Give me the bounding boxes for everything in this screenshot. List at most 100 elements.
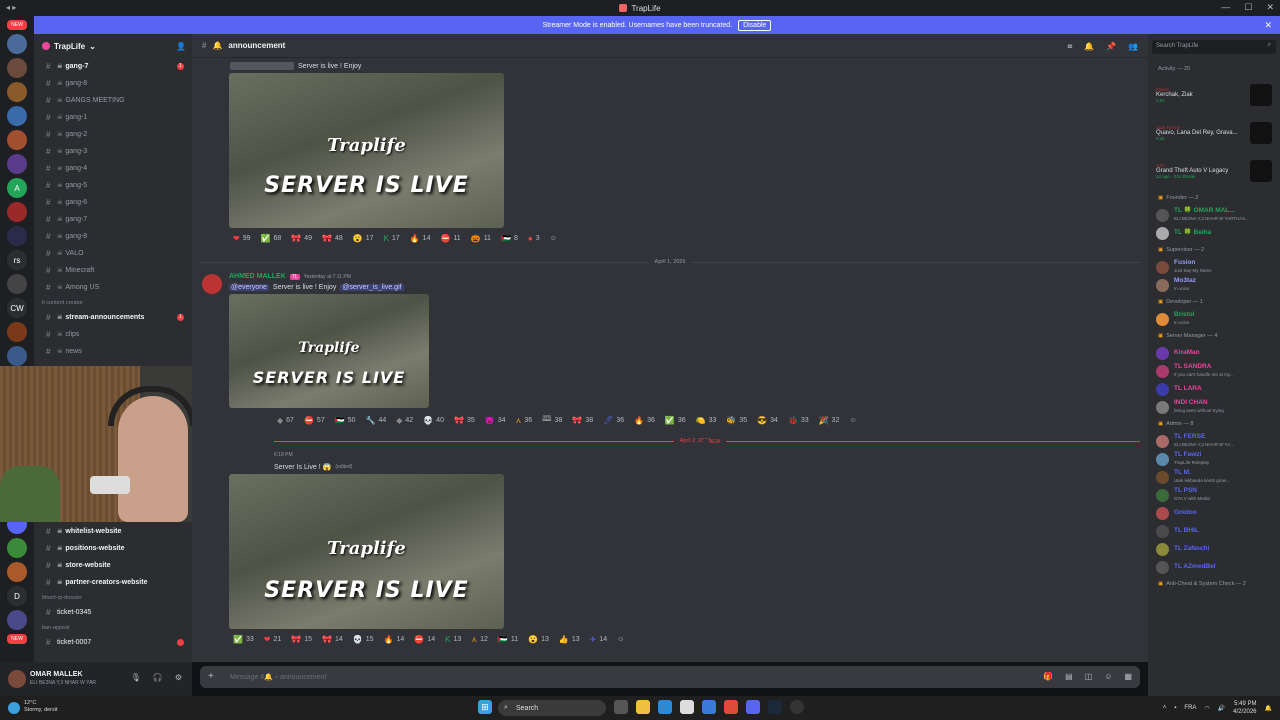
member-row[interactable]: Fusion Just Say My Name (1148, 258, 1280, 276)
channel-among-us[interactable]: # ☠ Among US (34, 279, 192, 296)
member-list-icon[interactable]: 👥 (1128, 42, 1138, 52)
guild-icon[interactable]: NEW (7, 634, 27, 644)
file-explorer-icon[interactable] (636, 700, 650, 714)
channel-whitelist-website[interactable]: # ☠ whitelist-website (34, 523, 192, 540)
reaction-chip[interactable]: 🍋 33 (693, 415, 720, 426)
author-name[interactable]: AHMED MALLEK (229, 273, 286, 280)
member-row[interactable]: Gnidoo (1148, 504, 1280, 522)
close-banner-icon[interactable]: ✕ (1264, 20, 1272, 31)
message-1-image[interactable]: Traplife SERVER IS LIVE (229, 73, 504, 228)
apps-icon[interactable]: ▦ (1124, 672, 1132, 681)
windows-start-icon[interactable]: ⊞ (478, 700, 492, 714)
reaction-chip[interactable]: 💀 15 (350, 634, 377, 645)
channel-store-website[interactable]: # ☠ store-website (34, 557, 192, 574)
settings-gear-icon[interactable]: ⚙ (175, 673, 182, 682)
add-attachment-icon[interactable]: + (208, 671, 214, 682)
reaction-chip[interactable]: 🎀 35 (451, 415, 478, 426)
reaction-chip[interactable]: ⛔ 14 (411, 634, 438, 645)
message-3-image[interactable]: Traplife SERVER IS LIVE (229, 474, 504, 629)
reaction-chip[interactable]: 🔧 44 (362, 415, 389, 426)
guild-icon[interactable] (7, 610, 27, 630)
category-ban-appeal[interactable]: ban-appeal (34, 621, 192, 634)
reaction-chip[interactable]: ✅ 68 (258, 233, 285, 244)
close-icon[interactable]: ✕ (1266, 2, 1274, 13)
reaction-chip[interactable]: ⛔ 57 (301, 415, 328, 426)
guild-icon[interactable] (7, 322, 27, 342)
member-row[interactable]: Mo3taz In voice (1148, 276, 1280, 294)
steam-icon[interactable] (768, 700, 782, 714)
search-input[interactable]: Search TrapLife ⌕ (1152, 40, 1276, 54)
channel-gang-2[interactable]: # ☠ gang-2 (34, 126, 192, 143)
channel-gang-8[interactable]: # ☠ gang-8 (34, 228, 192, 245)
member-row[interactable]: TL M. Utek lekbaeda kamb grow... (1148, 468, 1280, 486)
weather-widget[interactable]: 12°C Stormy, dersit (24, 700, 58, 714)
reaction-chip[interactable]: 💀 40 (420, 415, 447, 426)
reaction-chip[interactable]: 🔥 36 (631, 415, 658, 426)
reaction-chip[interactable]: ● 3 (525, 233, 543, 244)
reaction-chip[interactable]: ❤ 99 (230, 233, 254, 244)
store-icon[interactable] (680, 700, 694, 714)
reaction-chip[interactable]: ✅ 36 (662, 415, 689, 426)
reaction-chip[interactable]: 🐞 33 (785, 415, 812, 426)
reaction-chip[interactable]: K 13 (442, 634, 464, 645)
discord-taskbar-icon[interactable] (746, 700, 760, 714)
reaction-chip[interactable]: K 17 (381, 233, 403, 244)
channel-gang-1[interactable]: # ☠ gang-1 (34, 109, 192, 126)
reaction-chip[interactable]: 🖊 36 (600, 415, 627, 426)
member-row[interactable]: TL PSN GTA V with Medal (1148, 486, 1280, 504)
notification-icon[interactable]: 🔔 (1265, 705, 1272, 712)
maximize-icon[interactable]: ☐ (1244, 2, 1252, 13)
reaction-chip[interactable]: ✅ 33 (230, 634, 257, 645)
reaction-chip[interactable]: 🎀 48 (319, 233, 346, 244)
activity-card[interactable]: Fusion Kerchak, Ziak 1:51 (1148, 76, 1280, 114)
add-reaction-icon[interactable]: ☺ (547, 234, 560, 243)
channel-gang-8[interactable]: # ☠ gang-8 (34, 75, 192, 92)
channel-gang-3[interactable]: # ☠ gang-3 (34, 143, 192, 160)
guild-icon[interactable] (7, 34, 27, 54)
guild-icon[interactable] (7, 82, 27, 102)
threads-icon[interactable]: ⌗ (1068, 42, 1073, 52)
pin-icon[interactable]: 📌 (1106, 42, 1116, 52)
category-rp-dossier[interactable]: tlmort-rp-dossier (34, 591, 192, 604)
member-row[interactable]: TL Fawzi TrapLife Roleplay (1148, 450, 1280, 468)
channel-valo[interactable]: # ☠ VALO (34, 245, 192, 262)
channel-news[interactable]: # ☠ news (34, 343, 192, 360)
reaction-chip[interactable]: 😮 13 (525, 634, 552, 645)
reaction-chip[interactable]: 😎 34 (754, 415, 781, 426)
guild-icon[interactable] (7, 130, 27, 150)
reaction-chip[interactable]: ❤ 21 (261, 634, 285, 645)
message-composer[interactable]: + Message #🔔・announcement 🎁 ▤ ◫ ☺ ▦ (200, 666, 1140, 688)
reaction-chip[interactable]: 🕮 38 (539, 412, 565, 428)
chrome-icon[interactable] (724, 700, 738, 714)
reaction-chip[interactable]: 🎀 14 (319, 634, 346, 645)
reaction-chip[interactable]: 🎉 32 (816, 415, 843, 426)
guild-icon[interactable]: CW (7, 298, 27, 318)
channel-gang-4[interactable]: # ☠ gang-4 (34, 160, 192, 177)
guild-icon[interactable] (7, 274, 27, 294)
sticker-icon[interactable]: ◫ (1085, 672, 1093, 681)
add-reaction-icon[interactable]: ☺ (614, 635, 627, 644)
edge-icon[interactable] (658, 700, 672, 714)
reaction-chip[interactable]: 😮 17 (350, 233, 377, 244)
member-row[interactable]: INDI CHAN being seen without trying (1148, 398, 1280, 416)
member-row[interactable]: TL BHIL (1148, 522, 1280, 540)
language-indicator[interactable]: FRA (1184, 705, 1196, 711)
member-row[interactable]: TL SANDRA If you can't handle me at my... (1148, 362, 1280, 380)
guild-icon[interactable] (7, 154, 27, 174)
channel-ticket-0007[interactable]: # ticket-0007 (34, 634, 192, 651)
mail-icon[interactable] (702, 700, 716, 714)
reaction-chip[interactable]: 🎀 38 (569, 415, 596, 426)
channel-clips[interactable]: # ☠ clips (34, 326, 192, 343)
member-row[interactable]: TL LARA (1148, 380, 1280, 398)
emoji-icon[interactable]: ☺ (1104, 672, 1112, 681)
guild-icon[interactable] (7, 538, 27, 558)
channel-stream-announcements[interactable]: # ☠ stream-announcements 1 (34, 309, 192, 326)
reaction-chip[interactable]: 🐝 35 (723, 415, 750, 426)
add-reaction-icon[interactable]: ☺ (846, 416, 859, 425)
reaction-chip[interactable]: ◆ 42 (393, 415, 416, 426)
tray-chevron-icon[interactable]: ˄ (1163, 705, 1167, 711)
clock[interactable]: 5:49 PM 4/2/2026 (1233, 700, 1256, 716)
member-row[interactable]: TL ZaNochi (1148, 540, 1280, 558)
member-row[interactable]: TL 🍀 Belha (1148, 224, 1280, 242)
activity-card[interactable]: Jack Tyrone Quavo, Lana Del Rey, Grava...… (1148, 114, 1280, 152)
